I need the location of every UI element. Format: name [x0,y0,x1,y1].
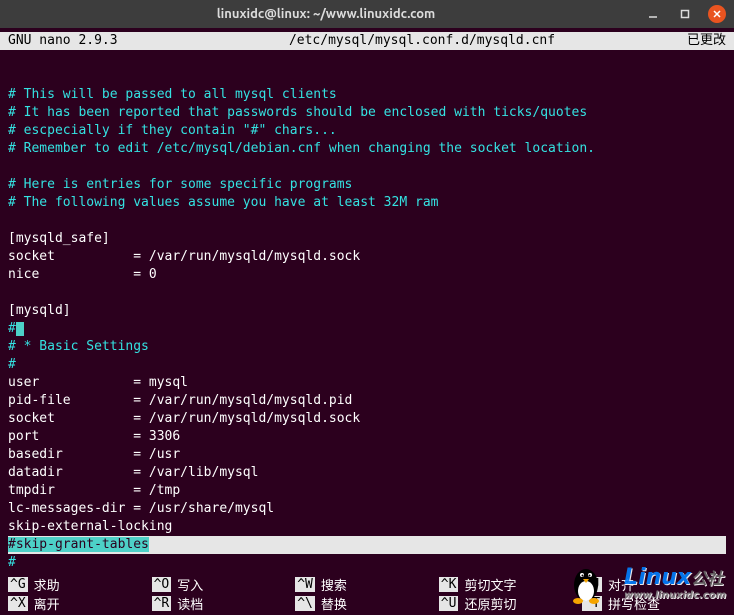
config-line: user = mysql [8,375,188,390]
config-line: [mysqld] [8,303,71,318]
watermark: Linux公社 www.linuxidc.com [624,565,726,601]
shortcut-search[interactable]: ^W搜索 [295,575,439,594]
shortcut-help[interactable]: ^G求助 [8,575,152,594]
highlighted-line: #skip-grant-tables [8,536,726,554]
window-title: linuxidc@linux: ~/www.linuxidc.com [8,7,644,21]
comment-line: # It has been reported that passwords sh… [8,105,587,120]
blank-line [8,285,16,300]
shortcut-row: ^G求助 ^O写入 ^W搜索 ^K剪切文字 ^J对齐 [8,575,726,594]
shortcut-replace[interactable]: ^\替换 [295,594,439,613]
config-line: socket = /var/run/mysqld/mysqld.sock [8,249,360,264]
comment-line: # This will be passed to all mysql clien… [8,87,337,102]
comment-line: # Here is entries for some specific prog… [8,177,352,192]
comment-line: # Remember to edit /etc/mysql/debian.cnf… [8,141,595,156]
tux-icon [568,563,604,609]
comment-line: # [8,555,16,570]
cursor [16,322,24,336]
config-line: skip-external-locking [8,519,172,534]
config-line: socket = /var/run/mysqld/mysqld.sock [8,411,360,426]
comment-line: # escpecially if they contain "#" chars.… [8,123,337,138]
blank-line [8,159,16,174]
editor-content[interactable]: # This will be passed to all mysql clien… [0,50,734,572]
nano-version: GNU nano 2.9.3 [0,32,200,50]
blank-line [8,213,16,228]
comment-line: # * Basic Settings [8,339,149,354]
config-line: datadir = /var/lib/mysql [8,465,258,480]
config-line: port = 3306 [8,429,180,444]
shortcut-read[interactable]: ^R读档 [152,594,296,613]
window-titlebar: linuxidc@linux: ~/www.linuxidc.com [0,0,734,28]
shortcut-writeout[interactable]: ^O写入 [152,575,296,594]
config-line: tmpdir = /tmp [8,483,180,498]
nano-status: 已更改 [644,32,734,50]
shortcut-exit[interactable]: ^X离开 [8,594,152,613]
nano-header: GNU nano 2.9.3 /etc/mysql/mysql.conf.d/m… [0,32,734,50]
shortcut-row: ^X离开 ^R读档 ^\替换 ^U还原剪切 ^T拼写检查 [8,594,726,613]
nano-filename: /etc/mysql/mysql.conf.d/mysqld.cnf [200,32,644,50]
shortcut-uncut[interactable]: ^U还原剪切 [439,594,583,613]
blank-line [8,69,16,84]
config-line: nice = 0 [8,267,157,282]
comment-cursor-line: # [8,321,24,336]
comment-line: # The following values assume you have a… [8,195,438,210]
config-line: [mysqld_safe] [8,231,110,246]
maximize-button[interactable] [676,5,694,23]
config-line: pid-file = /var/run/mysqld/mysqld.pid [8,393,352,408]
close-button[interactable] [708,5,726,23]
window-controls [644,5,726,23]
config-line: lc-messages-dir = /usr/share/mysql [8,501,274,516]
minimize-button[interactable] [644,5,662,23]
comment-line: # [8,357,16,372]
shortcut-cut[interactable]: ^K剪切文字 [439,575,583,594]
config-line: basedir = /usr [8,447,180,462]
